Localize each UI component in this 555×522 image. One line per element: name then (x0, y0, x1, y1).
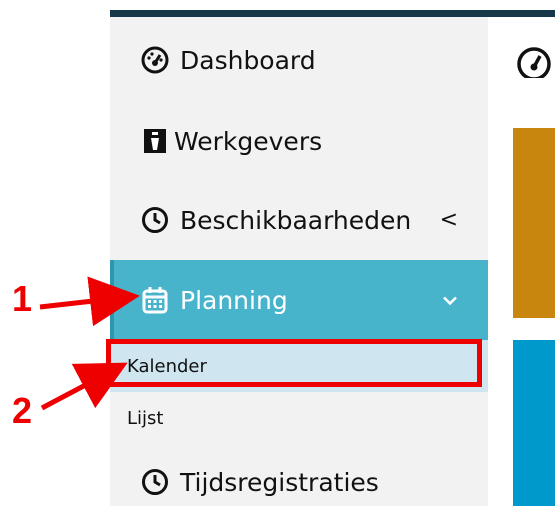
arrow-to-kalender (40, 362, 128, 411)
arrow-to-planning (39, 276, 140, 327)
annotation-arrows (39, 276, 140, 411)
